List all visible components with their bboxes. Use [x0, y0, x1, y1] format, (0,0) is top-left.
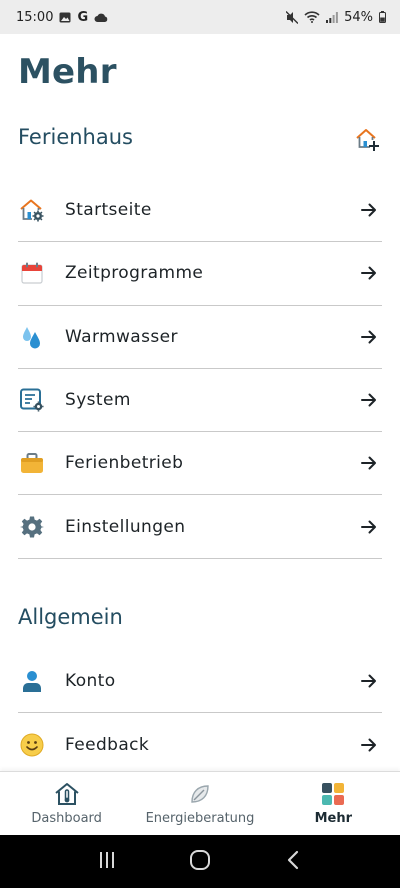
menu-item-konto[interactable]: Konto [18, 650, 382, 714]
cloud-icon [94, 13, 108, 22]
menu-item-system[interactable]: System [18, 369, 382, 433]
system-settings-icon [19, 387, 45, 413]
house-gear-icon [19, 197, 45, 223]
ferienhaus-menu: Startseite Zeitprogramme Warmwasser Syst… [18, 179, 382, 559]
house-add-icon [354, 129, 380, 156]
nav-tab-dashboard[interactable]: Dashboard [0, 772, 133, 835]
menu-item-feedback[interactable]: Feedback [18, 713, 382, 776]
menu-item-ferienbetrieb[interactable]: Ferienbetrieb [18, 432, 382, 496]
arrow-right-icon [360, 391, 378, 409]
recent-apps-icon [97, 851, 117, 873]
menu-label-konto: Konto [65, 671, 116, 692]
menu-item-zeitprogramme[interactable]: Zeitprogramme [18, 242, 382, 306]
house-thermometer-icon [54, 781, 80, 807]
mute-icon [286, 10, 299, 24]
gear-icon [19, 514, 45, 540]
status-left: 15:00 G [16, 10, 108, 25]
battery-percent: 54% [344, 9, 373, 25]
person-icon [19, 668, 45, 694]
nav-label-mehr: Mehr [314, 811, 353, 826]
tiles-icon [320, 781, 346, 807]
water-drops-icon [19, 324, 45, 350]
arrow-right-icon [360, 264, 378, 282]
image-icon [59, 12, 71, 23]
status-bar: 15:00 G 54% [0, 0, 400, 34]
menu-item-startseite[interactable]: Startseite [18, 179, 382, 243]
add-house-button[interactable] [354, 126, 380, 152]
arrow-right-icon [360, 518, 378, 536]
menu-label-ferienbetrieb: Ferienbetrieb [65, 453, 184, 474]
nav-label-energieberatung: Energieberatung [145, 811, 255, 826]
menu-item-warmwasser[interactable]: Warmwasser [18, 306, 382, 369]
allgemein-menu: Konto Feedback [18, 650, 382, 777]
menu-label-einstellungen: Einstellungen [65, 516, 186, 537]
system-navigation-bar [0, 835, 400, 888]
calendar-icon [19, 260, 45, 286]
nav-tab-energieberatung[interactable]: Energieberatung [133, 772, 266, 835]
nav-label-dashboard: Dashboard [31, 811, 102, 826]
menu-label-warmwasser: Warmwasser [65, 326, 178, 347]
page-title: Mehr [18, 52, 117, 92]
suitcase-icon [19, 450, 45, 476]
menu-item-einstellungen[interactable]: Einstellungen [18, 495, 382, 559]
signal-icon [326, 11, 338, 23]
arrow-right-icon [360, 328, 378, 346]
home-icon [189, 849, 211, 875]
section-title-allgemein: Allgemein [18, 605, 123, 629]
menu-label-zeitprogramme: Zeitprogramme [65, 263, 204, 284]
back-icon [286, 850, 300, 874]
status-time: 15:00 [16, 9, 54, 25]
arrow-right-icon [360, 454, 378, 472]
arrow-right-icon [360, 736, 378, 754]
section-title-ferienhaus: Ferienhaus [18, 125, 133, 149]
home-button[interactable] [180, 842, 220, 882]
arrow-right-icon [360, 672, 378, 690]
bottom-navigation: Dashboard Energieberatung Mehr [0, 771, 400, 835]
wifi-icon [304, 11, 320, 23]
battery-icon [379, 11, 386, 23]
menu-label-startseite: Startseite [65, 200, 152, 221]
leaf-icon [187, 781, 213, 807]
google-icon: G [77, 9, 89, 25]
smiley-icon [19, 732, 45, 758]
status-right: 54% [286, 10, 386, 25]
nav-tab-mehr[interactable]: Mehr [267, 772, 400, 835]
recent-apps-button[interactable] [87, 842, 127, 882]
menu-label-feedback: Feedback [65, 734, 150, 755]
back-button[interactable] [273, 842, 313, 882]
menu-label-system: System [65, 390, 131, 411]
arrow-right-icon [360, 201, 378, 219]
